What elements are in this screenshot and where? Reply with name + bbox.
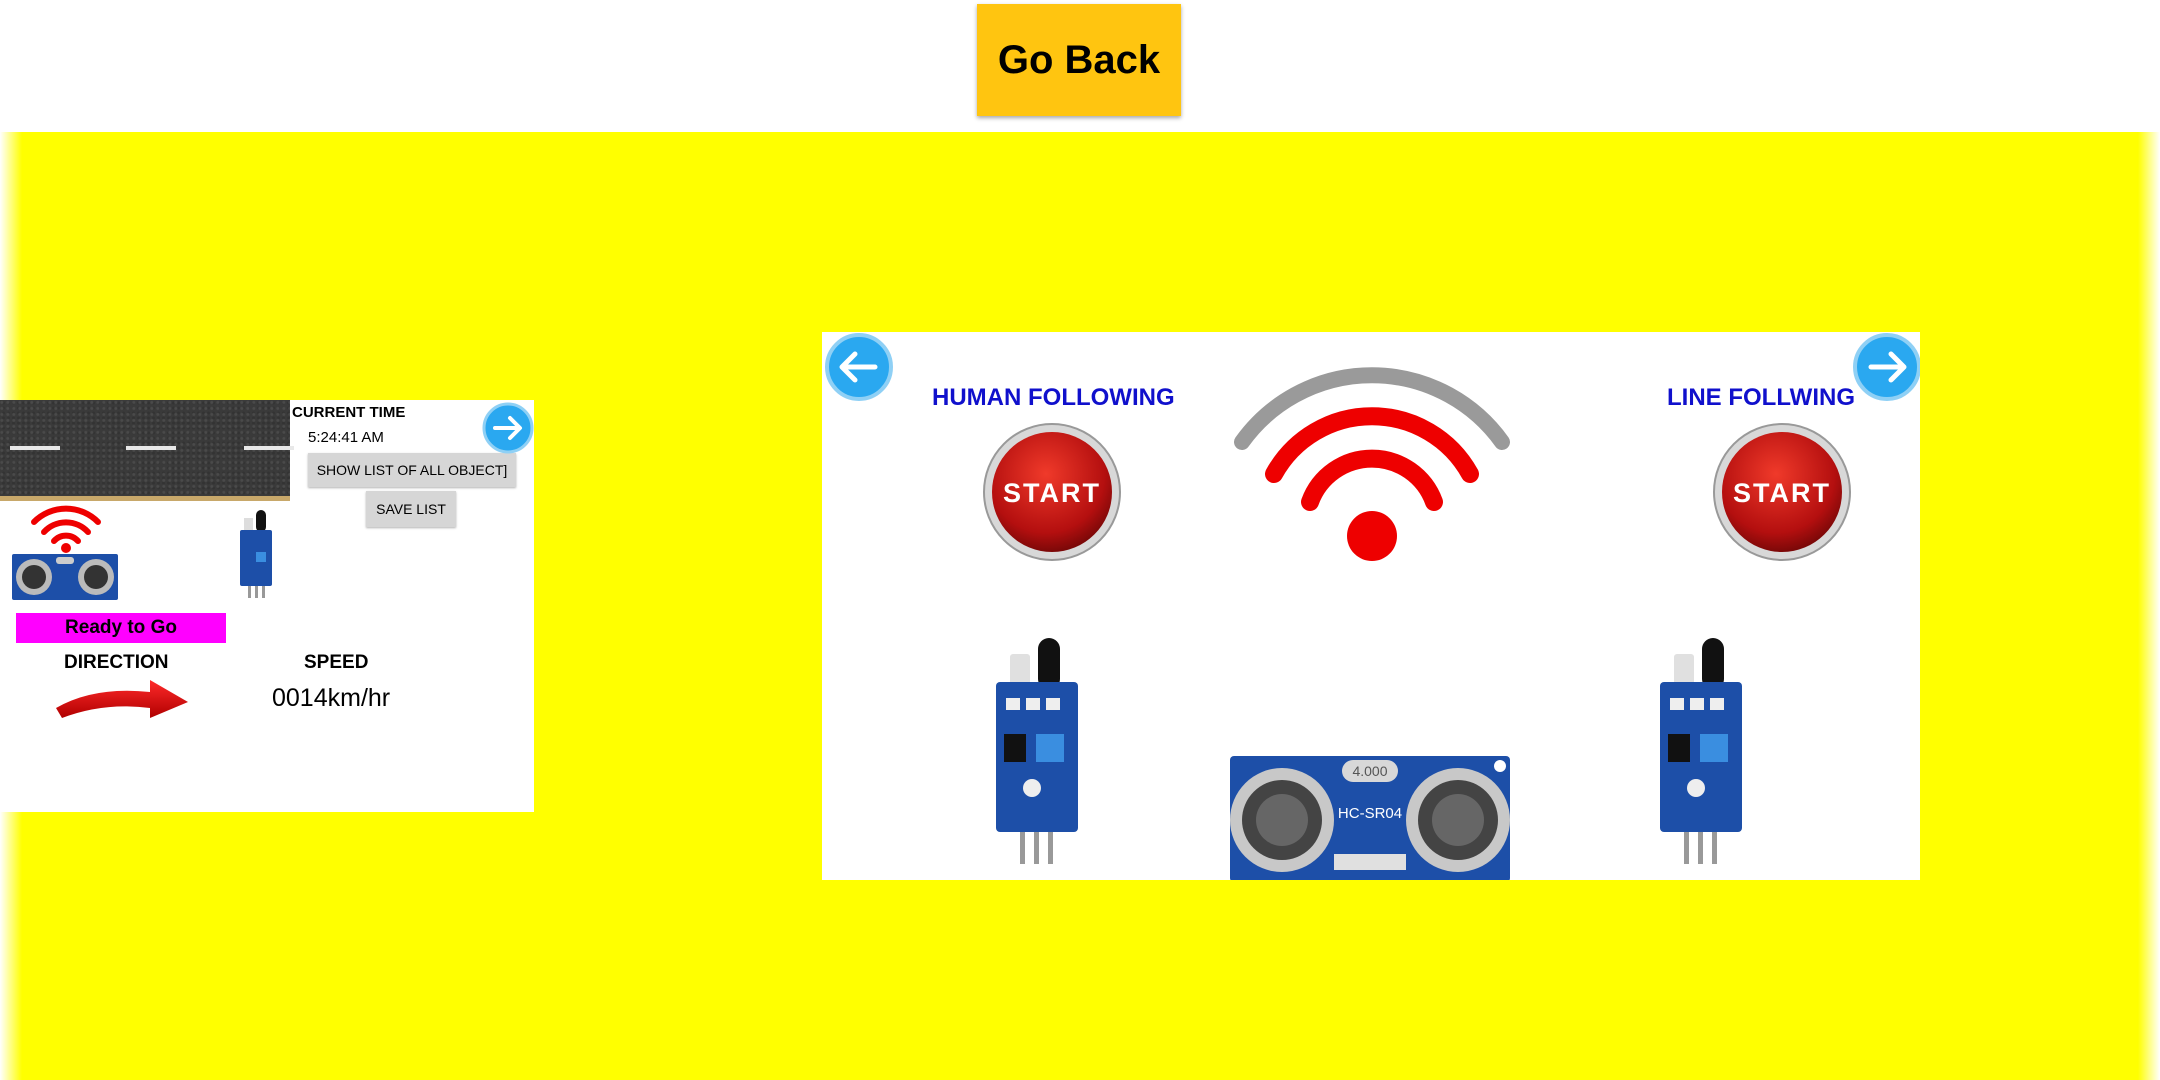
wifi-icon <box>31 505 101 553</box>
ultrasonic-sensor-icon <box>12 554 118 600</box>
ultrasonic-sensor-icon: 4.000 HC-SR04 <box>1230 756 1510 880</box>
ir-sensor-icon <box>996 638 1078 864</box>
line-following-title: LINE FOLLWING <box>1667 384 1855 411</box>
save-list-button[interactable]: SAVE LIST <box>366 491 456 527</box>
dashboard-preview-panel: CURRENT TIME 5:24:41 AM SHOW LIST OF ALL… <box>0 400 534 812</box>
road-image <box>0 400 294 496</box>
speed-label: SPEED <box>304 652 369 673</box>
mode-selection-panel: HUMAN FOLLOWING LINE FOLLWING START STAR… <box>822 332 1920 880</box>
road-lane-mark <box>244 446 294 450</box>
wifi-icon <box>1234 367 1510 561</box>
ir-sensor-icon <box>240 510 272 598</box>
right-edge-fade <box>2138 132 2160 1080</box>
arrow-right-icon[interactable] <box>1852 332 1920 402</box>
current-time-value: 5:24:41 AM <box>308 429 384 446</box>
speed-value: 0014km/hr <box>272 684 391 712</box>
human-following-title: HUMAN FOLLOWING <box>932 384 1175 411</box>
start-label: START <box>1003 478 1101 508</box>
show-object-list-button[interactable]: SHOW LIST OF ALL OBJECT] <box>308 453 516 487</box>
status-badge: Ready to Go <box>16 613 226 643</box>
human-following-start-button[interactable]: START <box>982 422 1122 562</box>
crystal-label: 4.000 <box>1352 763 1387 779</box>
go-back-button[interactable]: Go Back <box>977 4 1181 116</box>
direction-label: DIRECTION <box>64 652 169 673</box>
start-label: START <box>1733 478 1831 508</box>
sensor-model-label: HC-SR04 <box>1338 805 1402 822</box>
arrow-right-icon[interactable] <box>482 402 534 454</box>
curved-arrow-right-icon <box>56 680 188 718</box>
ir-sensor-icon <box>1660 638 1742 864</box>
road-lane-mark <box>10 446 60 450</box>
arrow-left-icon[interactable] <box>824 332 894 402</box>
current-time-label: CURRENT TIME <box>292 404 406 421</box>
road-lane-mark <box>126 446 176 450</box>
line-following-start-button[interactable]: START <box>1712 422 1852 562</box>
